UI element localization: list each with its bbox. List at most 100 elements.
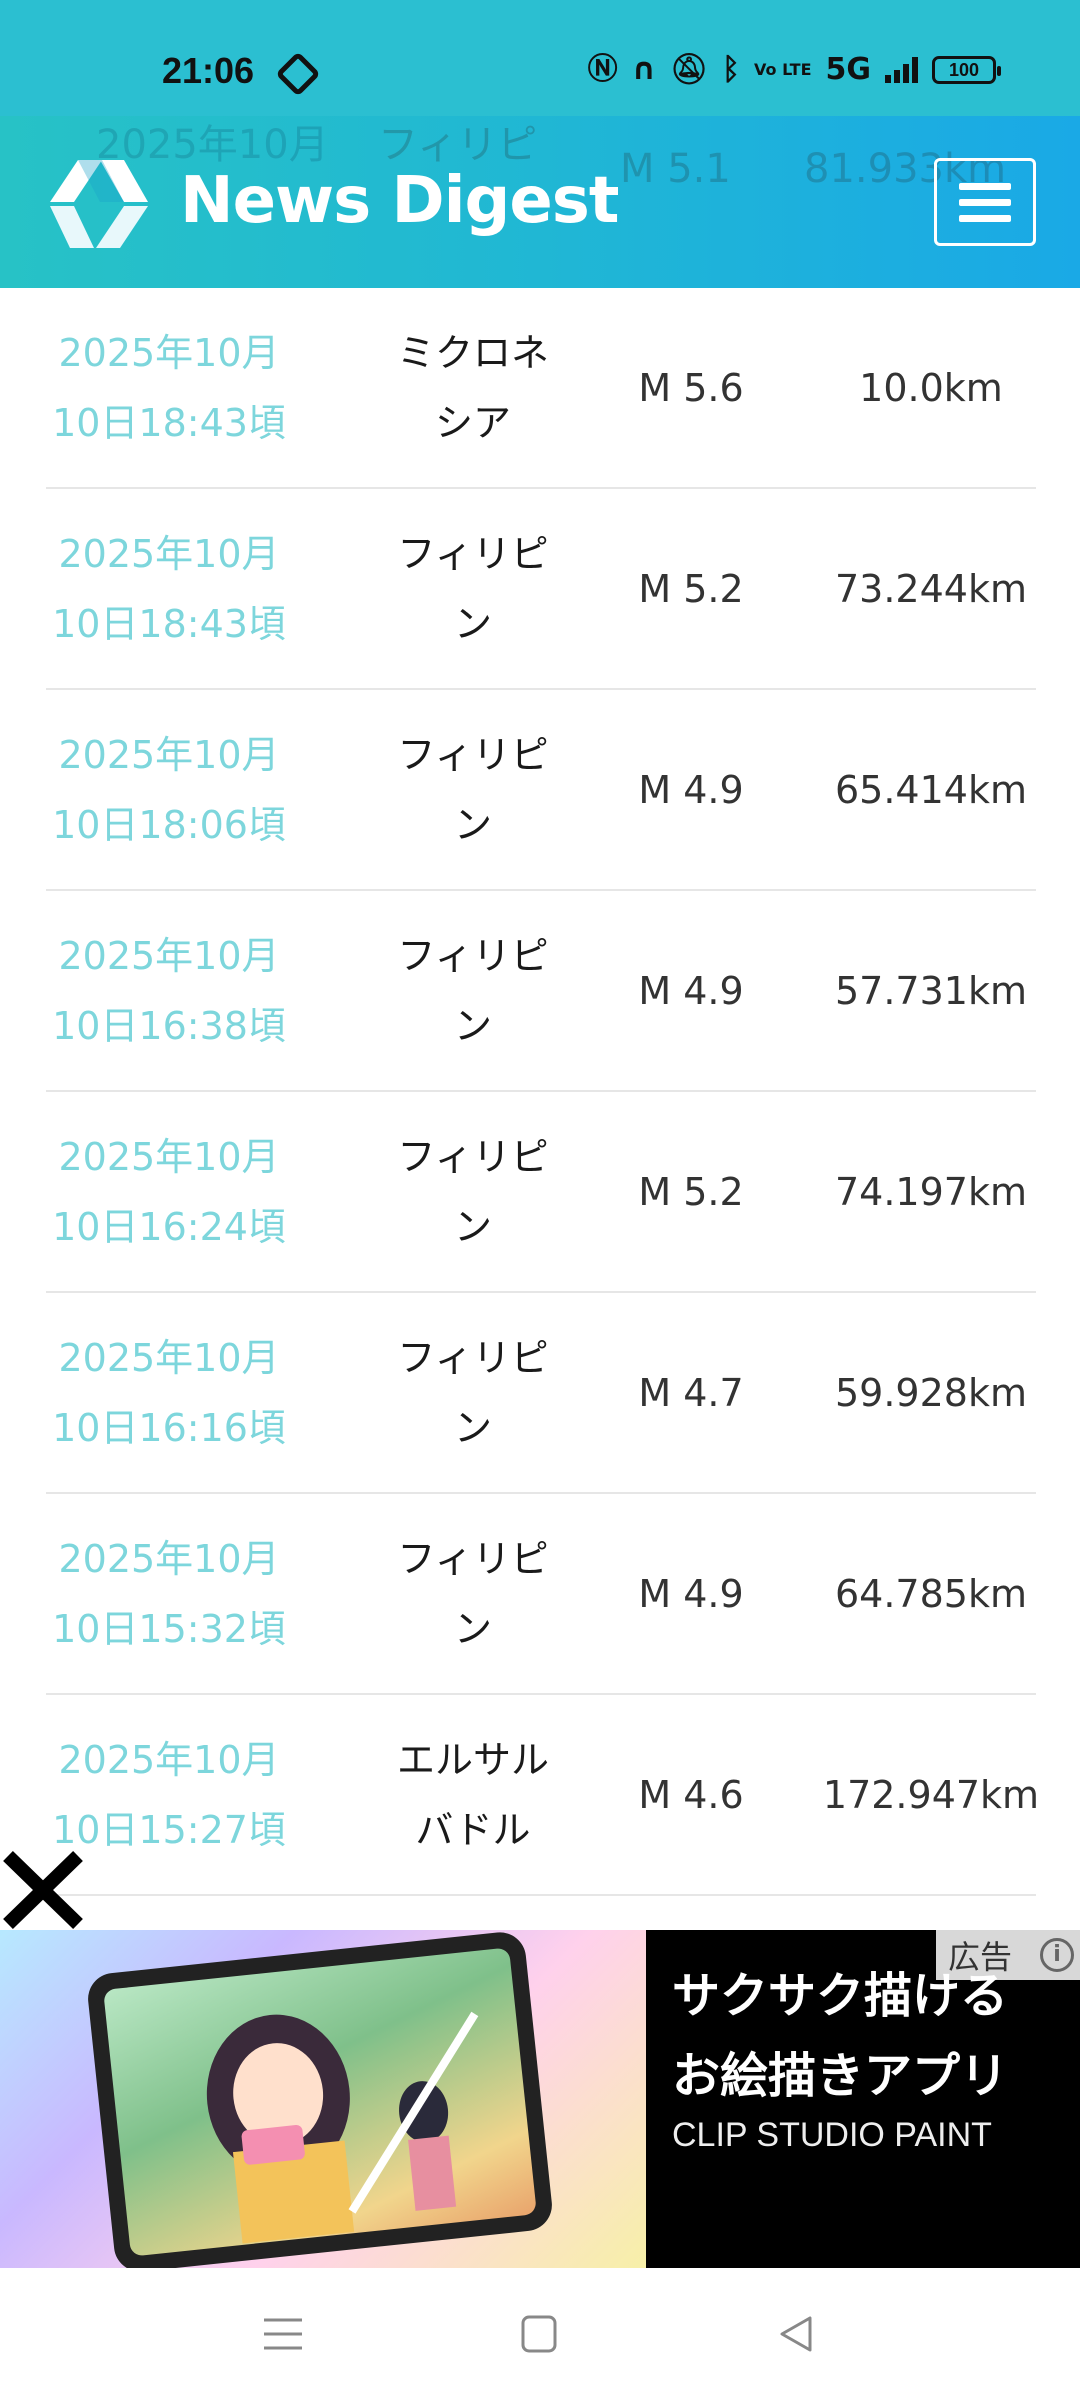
system-navigation-bar	[0, 2268, 1080, 2400]
location-line: ン	[453, 1606, 492, 1651]
location-line: ン	[453, 802, 492, 847]
hamburger-icon	[959, 182, 1011, 190]
table-row[interactable]: 2025年10月 10日16:38頃 フィリピ ン M 4.9 57.731km	[46, 891, 1036, 1092]
magnitude-cell: M 5.6	[638, 365, 744, 410]
anime-girl-illustration	[206, 2011, 479, 2244]
back-icon[interactable]	[772, 2312, 822, 2356]
hamburger-menu-button[interactable]	[934, 158, 1036, 246]
magnitude-cell: M 4.6	[638, 1772, 744, 1817]
signal-icon	[885, 57, 918, 83]
battery-icon: 100	[932, 56, 1001, 84]
date-line[interactable]: 2025年10月	[52, 318, 286, 388]
table-row[interactable]: 2025年10月 10日15:27頃 エルサル バドル M 4.6 172.94…	[46, 1695, 1039, 1896]
date-line[interactable]: 2025年10月	[52, 1122, 286, 1192]
dnd-icon	[275, 51, 321, 97]
status-icons: Ⓝ ∩ 🔕︎ ᛒ Vo LTE 5G 100	[587, 52, 1001, 88]
date-time-line[interactable]: 10日16:24頃	[52, 1192, 286, 1262]
ad-headline-line2: お絵描きアプリ	[672, 2048, 1009, 2104]
ad-headline-line1: サクサク描ける	[672, 1968, 1009, 2024]
location-line: フィリピ	[397, 1536, 549, 1581]
location-line: フィリピ	[397, 1335, 549, 1380]
date-time-line[interactable]: 10日18:06頃	[52, 790, 286, 860]
ad-banner[interactable]: 広告 i サクサク描ける お絵描きアプリ CLIP STUDIO PAINT	[0, 1930, 1080, 2268]
location-cell: フィリピ ン	[368, 1293, 578, 1492]
location-cell: フィリピ ン	[368, 1092, 578, 1291]
location-line: ン	[453, 1204, 492, 1249]
location-cell: ミクロネ シア	[368, 288, 578, 487]
date-cell[interactable]: 2025年10月 10日16:38頃	[46, 891, 292, 1090]
network-label: 5G	[825, 52, 872, 87]
bluetooth-icon: ᛒ	[722, 52, 741, 87]
date-cell[interactable]: 2025年10月 10日16:24頃	[46, 1092, 292, 1291]
date-line[interactable]: 2025年10月	[52, 921, 286, 991]
close-ad-icon[interactable]	[0, 1848, 86, 1932]
location-line: フィリピ	[397, 531, 549, 576]
location-line: フィリピ	[397, 732, 549, 777]
depth-cell: 57.731km	[835, 968, 1027, 1013]
date-cell[interactable]: 2025年10月 10日16:16頃	[46, 1293, 292, 1492]
magnitude-cell: M 4.9	[638, 968, 744, 1013]
hamburger-line	[959, 198, 1011, 206]
table-row[interactable]: 2025年10月 10日18:06頃 フィリピ ン M 4.9 65.414km	[46, 690, 1036, 891]
table-row[interactable]: 2025年10月 10日15:32頃 フィリピ ン M 4.9 64.785km	[46, 1494, 1036, 1695]
depth-cell: 172.947km	[822, 1772, 1040, 1817]
location-line: ン	[453, 1003, 492, 1048]
location-cell: フィリピ ン	[368, 891, 578, 1090]
date-line[interactable]: 2025年10月	[52, 519, 286, 589]
ad-brand[interactable]: CLIP STUDIO PAINT	[672, 2116, 992, 2155]
location-cell: フィリピ ン	[368, 690, 578, 889]
depth-cell: 10.0km	[859, 365, 1003, 410]
date-cell[interactable]: 2025年10月 10日15:32頃	[46, 1494, 292, 1693]
date-time-line[interactable]: 10日15:27頃	[52, 1795, 286, 1865]
magnitude-cell: M 5.2	[638, 566, 744, 611]
table-row[interactable]: 2025年10月 10日16:24頃 フィリピ ン M 5.2 74.197km	[46, 1092, 1036, 1293]
table-row[interactable]: 2025年10月 10日16:16頃 フィリピ ン M 4.7 59.928km	[46, 1293, 1036, 1494]
date-time-line[interactable]: 10日16:16頃	[52, 1393, 286, 1463]
location-line: ン	[453, 1405, 492, 1450]
date-time-line[interactable]: 10日16:38頃	[52, 991, 286, 1061]
location-line: フィリピ	[397, 933, 549, 978]
earthquake-table: 2025年10月 10日18:43頃 ミクロネ シア M 5.6 10.0km …	[46, 288, 1039, 1896]
magnitude-cell: M 4.9	[638, 1571, 744, 1616]
date-time-line[interactable]: 10日18:43頃	[52, 388, 286, 458]
date-cell[interactable]: 2025年10月 10日18:06頃	[46, 690, 292, 889]
tablet-screen-artwork	[103, 1947, 537, 2257]
home-icon[interactable]	[514, 2312, 564, 2356]
tablet-illustration	[85, 1930, 555, 2268]
mute-icon: 🔕︎	[669, 52, 709, 87]
location-line: シア	[434, 400, 511, 445]
location-cell: フィリピ ン	[368, 1494, 578, 1693]
status-time: 21:06	[162, 50, 255, 91]
ad-headline[interactable]: サクサク描ける お絵描きアプリ	[672, 1956, 1072, 2116]
location-line: ミクロネ	[396, 330, 549, 375]
location-line: フィリピ	[397, 1134, 549, 1179]
headphones-icon: ∩	[631, 52, 656, 87]
volte-icon: Vo LTE	[754, 60, 812, 79]
magnitude-cell: M 4.9	[638, 767, 744, 812]
location-line: エルサル	[396, 1737, 549, 1782]
date-time-line[interactable]: 10日18:43頃	[52, 589, 286, 659]
date-line[interactable]: 2025年10月	[52, 1524, 286, 1594]
location-cell: フィリピ ン	[368, 489, 578, 688]
nfc-icon: Ⓝ	[587, 52, 618, 87]
depth-cell: 65.414km	[835, 767, 1027, 812]
date-line[interactable]: 2025年10月	[52, 1725, 286, 1795]
table-row[interactable]: 2025年10月 10日18:43頃 ミクロネ シア M 5.6 10.0km	[46, 288, 1036, 489]
ghost-location: フィリピ	[378, 122, 538, 168]
menu-icon[interactable]	[258, 2312, 308, 2356]
ad-illustration[interactable]	[0, 1930, 646, 2268]
depth-cell: 59.928km	[835, 1370, 1027, 1415]
table-row[interactable]: 2025年10月 10日18:43頃 フィリピ ン M 5.2 73.244km	[46, 489, 1036, 690]
date-line[interactable]: 2025年10月	[52, 1323, 286, 1393]
date-cell[interactable]: 2025年10月 10日18:43頃	[46, 288, 292, 487]
site-header: 2025年10月 フィリピ M 5.1 81.933km News Digest	[0, 116, 1080, 288]
news-digest-logo-icon[interactable]	[44, 154, 154, 254]
brand-name[interactable]: News Digest	[180, 164, 619, 238]
date-line[interactable]: 2025年10月	[52, 720, 286, 790]
date-time-line[interactable]: 10日15:32頃	[52, 1594, 286, 1664]
location-line: バドル	[415, 1807, 531, 1852]
depth-cell: 64.785km	[835, 1571, 1027, 1616]
magnitude-cell: M 4.7	[638, 1370, 744, 1415]
date-cell[interactable]: 2025年10月 10日18:43頃	[46, 489, 292, 688]
magnitude-cell: M 5.2	[638, 1169, 744, 1214]
